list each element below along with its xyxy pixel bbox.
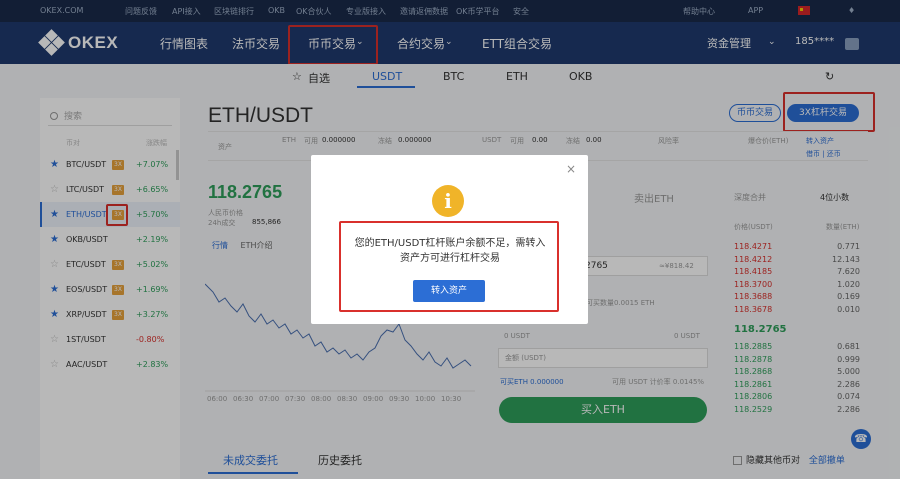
- warning-icon: i: [432, 185, 464, 217]
- close-icon[interactable]: ×: [566, 162, 576, 176]
- annotation-highlight-modal: [339, 221, 559, 312]
